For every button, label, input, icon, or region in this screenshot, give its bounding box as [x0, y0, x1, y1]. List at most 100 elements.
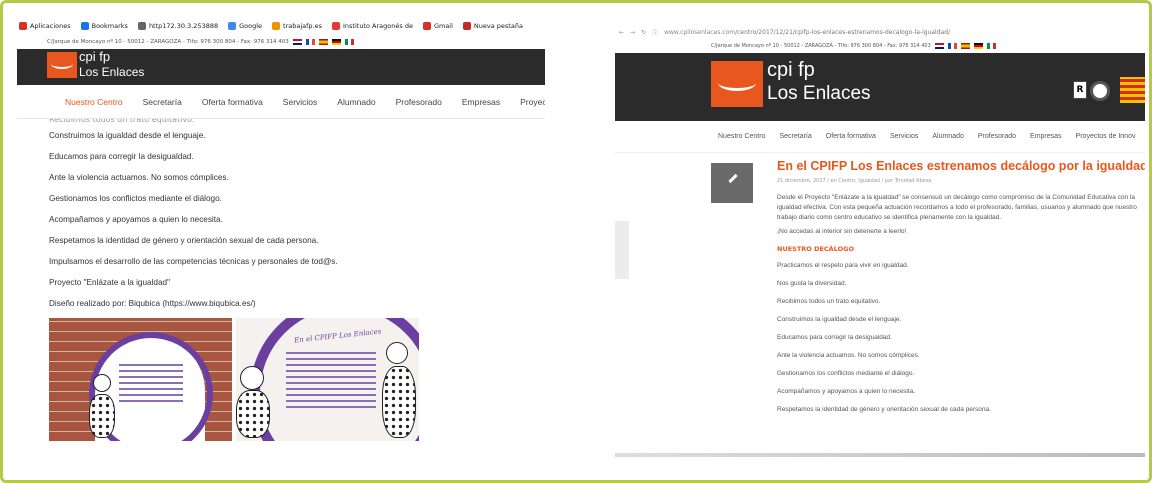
flag-it-icon[interactable]	[344, 39, 354, 45]
blog-post: En el CPIFP Los Enlaces estrenamos decál…	[777, 159, 1145, 419]
slider-side-tab[interactable]	[615, 221, 629, 279]
flag-de-icon[interactable]	[973, 43, 983, 49]
list-item: Educamos para corregir la desigualdad.	[49, 152, 194, 161]
bottom-divider	[615, 453, 1145, 457]
poster-text-lines-closeup	[286, 352, 376, 412]
post-intro: Desde el Proyecto "Enlázate a la igualda…	[777, 194, 1137, 221]
wall-poster-photo[interactable]	[49, 318, 232, 441]
bookmark-label: Nueva pestaña	[473, 22, 523, 30]
nav-alumnado[interactable]: Alumnado	[925, 133, 971, 140]
bookmark-label: Instituto Aragonés de	[343, 22, 413, 30]
nav-empresas[interactable]: Empresas	[1023, 133, 1069, 140]
logo-subtitle[interactable]: Los Enlaces	[767, 83, 871, 105]
bookmark-label: Gmail	[433, 22, 453, 30]
list-item: Construimos la igualdad desde el lenguaj…	[777, 316, 902, 323]
flag-fr-icon[interactable]	[947, 43, 957, 49]
back-icon[interactable]: ←	[619, 29, 624, 36]
list-item: Gestionamos los conflictos mediante el d…	[49, 194, 222, 203]
figure-head-icon	[386, 342, 408, 364]
nav-servicios[interactable]: Servicios	[883, 133, 925, 140]
list-item: Recibimos todos un trato equitativo.	[777, 298, 881, 305]
gmail-icon	[422, 22, 431, 30]
project-line: Proyecto "Enlázate a la igualdad"	[49, 278, 170, 287]
bookmark-item[interactable]: http172.30.3.253888	[137, 22, 219, 30]
bookmark-item[interactable]: Gmail	[422, 22, 453, 30]
flag-uk-icon[interactable]	[292, 39, 302, 45]
url-path: /centro/2017/12/21/cpifp-los-enlaces-est…	[735, 28, 951, 36]
url-domain: www.cpilosenlaces.com	[664, 28, 736, 36]
nav-profesorado[interactable]: Profesorado	[971, 133, 1023, 140]
list-item: Educamos para corregir la desigualdad.	[777, 334, 892, 341]
certification-badge-icon: R	[1073, 81, 1087, 99]
logo-subtitle[interactable]: Los Enlaces	[79, 65, 144, 79]
nav-oferta-formativa[interactable]: Oferta formativa	[819, 133, 883, 140]
contact-text: C/Jarque de Moncayo nº 10 - 50012 - ZARA…	[47, 39, 289, 45]
contact-line: C/Jarque de Moncayo nº 10 - 50012 - ZARA…	[615, 39, 1145, 53]
poster-text-lines	[119, 364, 183, 406]
post-format-thumbnail[interactable]	[711, 163, 753, 203]
post-title[interactable]: En el CPIFP Los Enlaces estrenamos decál…	[777, 159, 1145, 173]
nav-secretaria[interactable]: Secretaría	[772, 133, 818, 140]
url-text[interactable]: www.cpilosenlaces.com/centro/2017/12/21/…	[664, 29, 950, 36]
article-body: Recibimos todos un trato equitativo. Con…	[17, 119, 545, 441]
nav-alumnado[interactable]: Alumnado	[327, 97, 385, 107]
nav-secretaria[interactable]: Secretaría	[133, 97, 192, 107]
main-nav: Nuestro Centro Secretaría Oferta formati…	[17, 85, 545, 119]
nav-servicios[interactable]: Servicios	[273, 97, 327, 107]
bookmark-label: Google	[239, 22, 263, 30]
site-icon	[462, 22, 471, 30]
quality-seal-icon	[1090, 81, 1110, 101]
star-icon	[80, 22, 89, 30]
logo-wave-icon	[718, 75, 756, 91]
list-item: Impulsamos el desarrollo de las competen…	[49, 257, 338, 266]
list-item: Construimos la igualdad desde el lenguaj…	[49, 131, 206, 140]
bookmark-item[interactable]: Nueva pestaña	[462, 22, 523, 30]
flag-uk-icon[interactable]	[934, 43, 944, 49]
logo-title[interactable]: cpi fp	[767, 59, 815, 82]
flag-es-icon[interactable]	[318, 39, 328, 45]
logo-title[interactable]: cpi fp	[79, 49, 110, 64]
poster-closeup-photo[interactable]: En el CPIFP Los Enlaces	[236, 318, 419, 441]
nav-nuestro-centro[interactable]: Nuestro Centro	[711, 133, 772, 140]
list-item: Acompañamos y apoyamos a quien lo necesi…	[49, 215, 223, 224]
bookmark-item[interactable]: Aplicaciones	[19, 22, 71, 30]
bookmark-item[interactable]: Google	[228, 22, 262, 30]
nav-oferta-formativa[interactable]: Oferta formativa	[192, 97, 273, 107]
list-item: Nos gusta la diversidad.	[777, 280, 847, 287]
nav-proyectos[interactable]: Proyectos	[510, 97, 545, 107]
section-heading: NUESTRO DECÁLOGO	[777, 245, 855, 253]
contact-text: C/Jarque de Moncayo nº 10 - 50012 - ZARA…	[711, 43, 931, 49]
bookmark-label: trabajafp.es	[283, 22, 322, 30]
flag-fr-icon[interactable]	[305, 39, 315, 45]
nav-proyectos[interactable]: Proyectos de Innov	[1069, 133, 1143, 140]
forward-icon[interactable]: →	[630, 29, 635, 36]
nav-nuestro-centro[interactable]: Nuestro Centro	[55, 97, 133, 107]
photo-gallery: En el CPIFP Los Enlaces	[49, 318, 545, 441]
page-icon	[137, 22, 146, 30]
credits-line: Diseño realizado por: Biqubica (https://…	[49, 299, 256, 308]
site-icon	[272, 22, 281, 30]
aragon-flag-icon	[1120, 77, 1145, 103]
apps-grid-icon	[19, 22, 27, 30]
figure-body-icon	[236, 390, 270, 438]
site-icon	[332, 22, 340, 30]
flag-es-icon[interactable]	[960, 43, 970, 49]
bookmark-label: http172.30.3.253888	[148, 22, 219, 30]
bookmark-item[interactable]: trabajafp.es	[272, 22, 322, 30]
flag-it-icon[interactable]	[986, 43, 996, 49]
info-icon[interactable]: ⓘ	[652, 28, 658, 37]
bookmark-item[interactable]: Instituto Aragonés de	[332, 22, 413, 30]
bookmark-label: Bookmarks	[91, 22, 128, 30]
left-screenshot: Aplicaciones Bookmarks http172.30.3.253888…	[17, 17, 545, 467]
reload-icon[interactable]: ↻	[641, 29, 646, 36]
nav-empresas[interactable]: Empresas	[452, 97, 510, 107]
figure-head-icon	[240, 366, 264, 390]
browser-address-bar[interactable]: ← → ↻ ⓘ www.cpilosenlaces.com/centro/201…	[615, 25, 1145, 39]
nav-profesorado[interactable]: Profesorado	[386, 97, 452, 107]
bookmarks-bar: Aplicaciones Bookmarks http172.30.3.253888…	[17, 17, 545, 35]
post-meta: 21 diciembre, 2017 / en Centro, Igualdad…	[777, 178, 932, 184]
flag-de-icon[interactable]	[331, 39, 341, 45]
bookmark-item[interactable]: Bookmarks	[80, 22, 128, 30]
list-item: Practicamos el respeto para vivir en igu…	[777, 262, 909, 269]
logo-wave-icon	[51, 59, 73, 69]
